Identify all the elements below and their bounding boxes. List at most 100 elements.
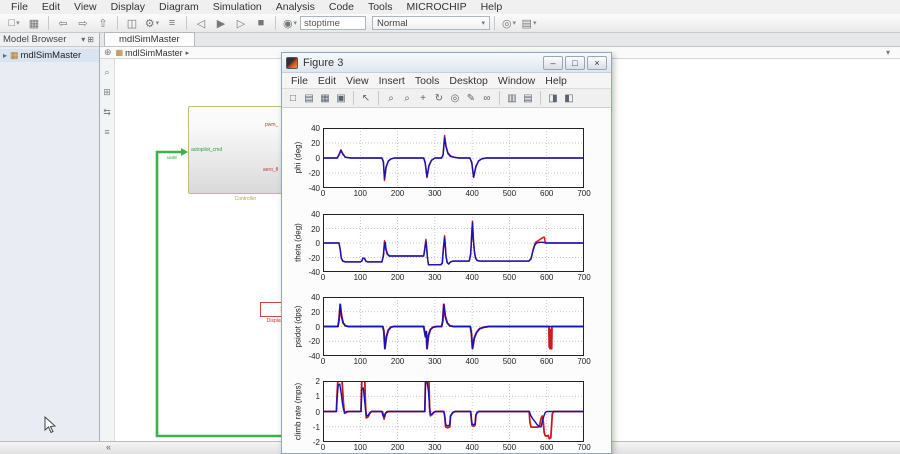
data-cursor-icon[interactable]: ◎ <box>447 91 463 106</box>
figure-window-title: Figure 3 <box>303 57 343 69</box>
tree-item-label: mdlSimMaster <box>21 50 82 61</box>
y-tick-label: 40 <box>296 210 320 219</box>
menu-item-display[interactable]: Display <box>104 1 152 13</box>
menu-item-view[interactable]: View <box>341 75 374 87</box>
breadcrumb-arrow-icon: ▸ <box>186 49 190 57</box>
toolbar-separator <box>275 16 276 30</box>
pan-icon[interactable]: + <box>415 91 431 106</box>
legend-icon[interactable]: ▤ <box>520 91 536 106</box>
breadcrumb-options-icon[interactable]: ▾ <box>886 48 890 57</box>
x-tick-label: 300 <box>422 273 448 282</box>
step-forward-icon[interactable]: ▷ <box>232 15 250 31</box>
menu-item-file[interactable]: File <box>286 75 313 87</box>
breadcrumb[interactable]: mdlSimMaster <box>125 48 183 58</box>
x-tick-label: 400 <box>459 357 485 366</box>
annotations-icon[interactable]: ≡ <box>104 127 109 137</box>
zoom-in-icon[interactable]: ⌕ <box>383 91 399 106</box>
zoom-out-icon[interactable]: ⌕ <box>399 91 415 106</box>
link-plot-icon[interactable]: ∞ <box>479 91 495 106</box>
restore-button[interactable]: □ <box>565 56 585 70</box>
stop-icon[interactable]: ■ <box>252 15 270 31</box>
x-tick-label: 700 <box>571 273 597 282</box>
up-to-parent-icon: ⇧ <box>98 17 107 30</box>
new-figure-icon[interactable]: □ <box>285 91 301 106</box>
build-icon[interactable]: ◎▾ <box>500 15 518 31</box>
menu-item-insert[interactable]: Insert <box>374 75 410 87</box>
step-back-icon[interactable]: ◁ <box>192 15 210 31</box>
model-explorer-icon[interactable]: ≡ <box>163 15 181 31</box>
model-browser-header-icons[interactable]: ▾⊞ <box>81 35 96 44</box>
pan-icon[interactable]: ⇆ <box>103 107 111 118</box>
save-figure-icon[interactable]: ▦ <box>317 91 333 106</box>
tab-mdlsimmaster[interactable]: mdlSimMaster <box>104 32 195 46</box>
x-tick-label: 700 <box>571 443 597 452</box>
save-icon[interactable]: ▦ <box>25 15 43 31</box>
stop-icon: ■ <box>258 17 265 29</box>
stop-time-field[interactable] <box>300 16 366 30</box>
close-button[interactable]: × <box>587 56 607 70</box>
library-browser-icon[interactable]: ◫ <box>123 15 141 31</box>
menu-item-desktop[interactable]: Desktop <box>444 75 493 87</box>
plot-tools-on-icon[interactable]: ◧ <box>561 91 577 106</box>
step-forward-icon: ▷ <box>237 17 245 30</box>
up-to-parent-icon[interactable]: ⇧ <box>94 15 112 31</box>
fit-to-view-icon[interactable]: ⊞ <box>103 87 111 98</box>
figure-toolbar: □▤▦▣↖⌕⌕+↻◎✎∞▥▤◨◧ <box>282 89 611 108</box>
edit-cursor-icon[interactable]: ↖ <box>358 91 374 106</box>
x-tick-label: 500 <box>496 357 522 366</box>
minimize-button[interactable]: – <box>543 56 563 70</box>
menu-item-file[interactable]: File <box>4 1 35 13</box>
plot-tools-off-icon[interactable]: ◨ <box>545 91 561 106</box>
print-icon[interactable]: ▣ <box>333 91 349 106</box>
x-tick-label: 300 <box>422 189 448 198</box>
sim-display-icon[interactable]: ◉▾ <box>281 15 299 31</box>
back-icon[interactable]: ⇦ <box>54 15 72 31</box>
deploy-icon: ▤ <box>522 17 532 30</box>
menu-item-edit[interactable]: Edit <box>313 75 341 87</box>
menu-item-analysis[interactable]: Analysis <box>269 1 322 13</box>
colorbar-icon: ▥ <box>507 93 516 104</box>
figure-title-bar[interactable]: Figure 3 –□× <box>282 53 611 73</box>
menu-item-help[interactable]: Help <box>474 1 510 13</box>
step-back-icon: ◁ <box>197 17 205 30</box>
colorbar-icon[interactable]: ▥ <box>504 91 520 106</box>
x-tick-label: 600 <box>534 273 560 282</box>
x-tick-label: 100 <box>347 189 373 198</box>
collapse-panel-icon[interactable]: « <box>106 442 111 452</box>
tree-item-mdlsimmaster[interactable]: ▸ ▦ mdlSimMaster <box>0 49 99 62</box>
browser-dock-icon[interactable]: ⊞ <box>87 35 96 44</box>
new-model-icon[interactable]: □▾ <box>5 15 23 31</box>
x-tick-label: 600 <box>534 443 560 452</box>
plot-tools-off-icon: ◨ <box>548 93 557 104</box>
subsystem-nav-icon[interactable]: ⊕ <box>104 47 112 58</box>
menu-item-help[interactable]: Help <box>540 75 572 87</box>
build-icon: ◎ <box>502 17 512 30</box>
menu-item-simulation[interactable]: Simulation <box>206 1 269 13</box>
open-file-icon: ▤ <box>304 93 313 104</box>
zoom-icon[interactable]: ⌕ <box>104 67 109 78</box>
menu-item-diagram[interactable]: Diagram <box>152 1 206 13</box>
rotate-3d-icon[interactable]: ↻ <box>431 91 447 106</box>
output-port-label-pwm: pwm_ <box>265 122 278 128</box>
menu-item-view[interactable]: View <box>67 1 104 13</box>
x-tick-label: 200 <box>385 273 411 282</box>
tree-expander-icon[interactable]: ▸ <box>0 51 10 60</box>
brush-icon[interactable]: ✎ <box>463 91 479 106</box>
figure-window[interactable]: Figure 3 –□× FileEditViewInsertToolsDesk… <box>281 52 612 454</box>
menu-item-edit[interactable]: Edit <box>35 1 67 13</box>
sim-mode-select[interactable]: Normal▾ <box>372 16 490 30</box>
forward-icon[interactable]: ⇨ <box>74 15 92 31</box>
run-icon[interactable]: ▶ <box>212 15 230 31</box>
open-file-icon[interactable]: ▤ <box>301 91 317 106</box>
x-tick-label: 700 <box>571 357 597 366</box>
deploy-icon[interactable]: ▤▾ <box>520 15 538 31</box>
menu-item-tools[interactable]: Tools <box>410 75 445 87</box>
model-settings-icon[interactable]: ⚙▾ <box>143 15 161 31</box>
menu-item-window[interactable]: Window <box>493 75 540 87</box>
x-tick-label: 0 <box>310 443 336 452</box>
menu-item-tools[interactable]: Tools <box>361 1 400 13</box>
y-tick-label: 1 <box>296 392 320 401</box>
menu-item-microchip[interactable]: MICROCHIP <box>399 1 473 13</box>
chevron-down-icon: ▾ <box>16 19 20 27</box>
menu-item-code[interactable]: Code <box>322 1 361 13</box>
